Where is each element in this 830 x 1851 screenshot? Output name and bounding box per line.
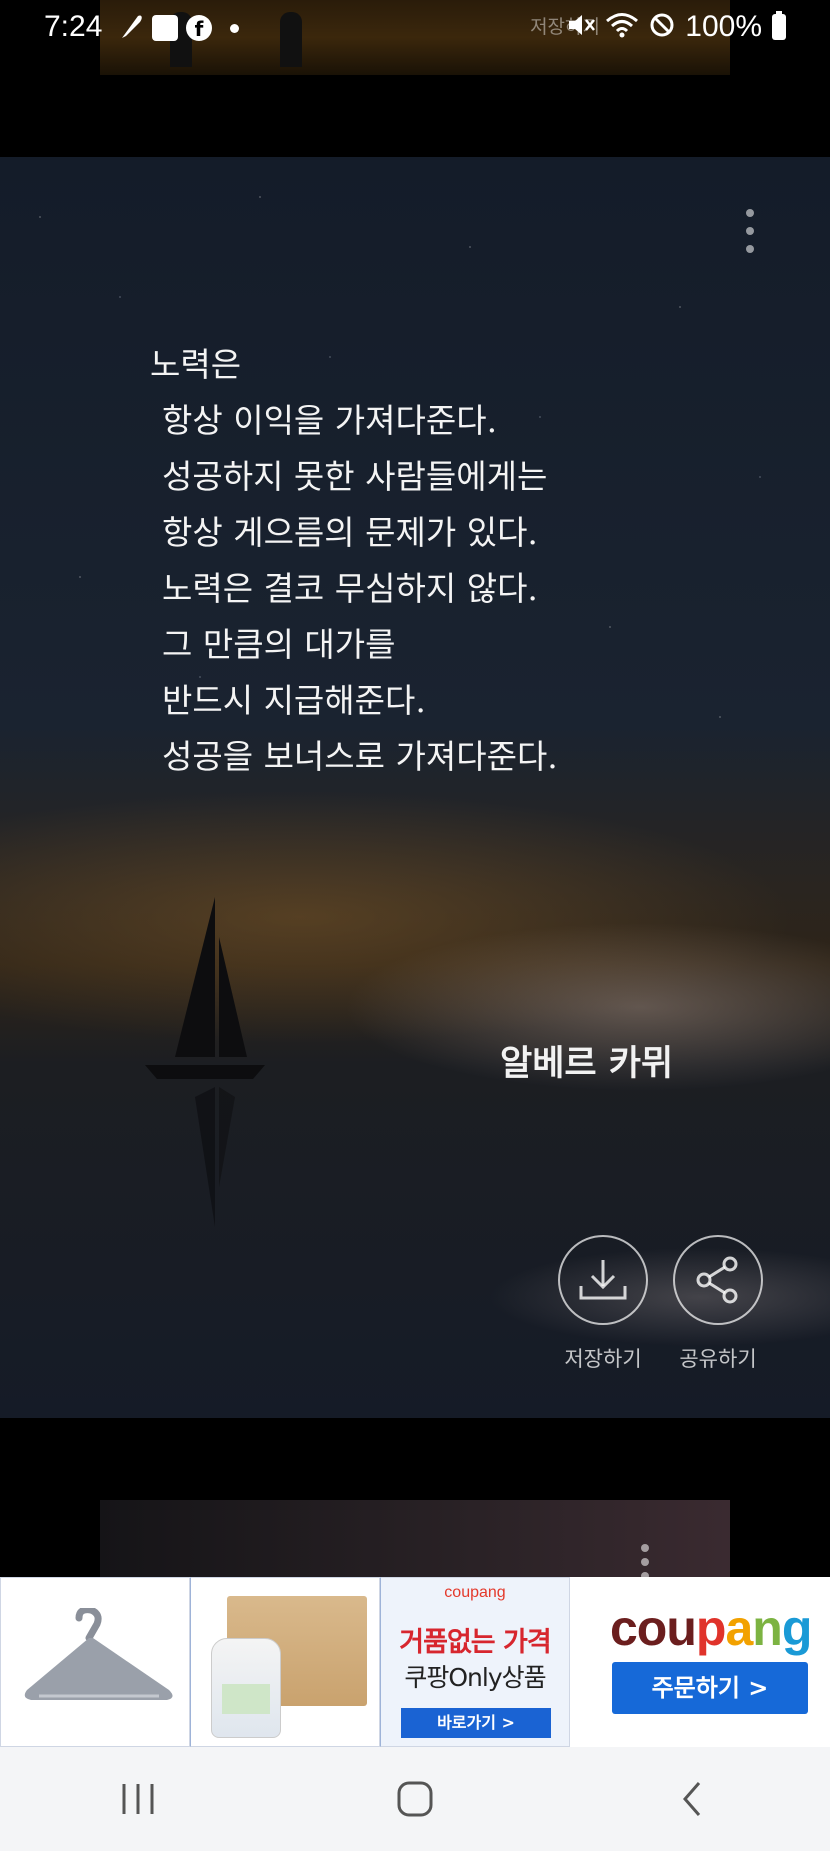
more-options-button[interactable] (745, 209, 755, 253)
promo-subline: 쿠팡Only상품 (404, 1663, 546, 1692)
feather-icon (118, 12, 144, 44)
sailboat-silhouette (145, 897, 265, 1227)
quote-line: 그 만큼의 대가를 (162, 625, 396, 664)
quote-line: 노력은 결코 무심하지 않다. (162, 569, 538, 608)
battery-percent: 100% (685, 10, 762, 43)
dnd-icon (649, 12, 675, 42)
image-icon (152, 15, 178, 41)
more-dot-icon (746, 245, 754, 253)
ad-promo[interactable]: coupang 거품없는 가격 쿠팡Only상품 바로가기 > (380, 1577, 570, 1747)
home-button[interactable] (370, 1764, 460, 1834)
share-circle[interactable] (673, 1235, 763, 1325)
notification-icons: f (118, 12, 239, 44)
ad-product-detergent[interactable] (190, 1577, 380, 1747)
download-icon (579, 1260, 627, 1300)
share-icon (696, 1256, 738, 1304)
ad-brand[interactable]: coupang 주문하기 > (570, 1577, 830, 1747)
more-dot-icon (746, 209, 754, 217)
home-icon (397, 1781, 433, 1817)
wifi-icon (605, 12, 639, 42)
save-circle[interactable] (558, 1235, 648, 1325)
order-button[interactable]: 주문하기 > (612, 1662, 808, 1714)
ad-banner[interactable]: coupang 거품없는 가격 쿠팡Only상품 바로가기 > coupang … (0, 1577, 830, 1747)
promo-go-button[interactable]: 바로가기 > (401, 1708, 551, 1738)
system-icons: 100% (567, 10, 786, 44)
back-button[interactable] (647, 1764, 737, 1834)
more-dot-icon (641, 1558, 649, 1566)
battery-icon (772, 11, 786, 40)
quote-line: 항상 이익을 가져다준다. (162, 401, 498, 440)
save-button[interactable]: 저장하기 (557, 1235, 649, 1373)
quote-line: 반드시 지급해준다. (162, 681, 426, 720)
more-dot-icon (746, 227, 754, 235)
quote-line: 노력은 (150, 345, 242, 384)
hanger-icon (24, 1608, 173, 1700)
save-label: 저장하기 (564, 1347, 642, 1371)
ad-product-hanger[interactable] (0, 1577, 190, 1747)
back-icon (682, 1782, 700, 1816)
next-card-peek[interactable] (100, 1500, 730, 1580)
recent-apps-button[interactable] (93, 1764, 183, 1834)
detergent-bottle-image (211, 1638, 281, 1738)
share-button[interactable]: 공유하기 (672, 1235, 764, 1373)
navigation-bar (0, 1747, 830, 1851)
facebook-icon: f (186, 15, 212, 41)
coupang-logo: coupang (610, 1600, 812, 1656)
quote-line: 항상 게으름의 문제가 있다. (162, 513, 538, 552)
next-card-more-button[interactable] (640, 1544, 650, 1580)
quote-author: 알베르 카뮈 (500, 1044, 674, 1084)
promo-coupang-logo: coupang (444, 1584, 506, 1601)
more-dot-icon (641, 1544, 649, 1552)
quote-line: 성공하지 못한 사람들에게는 (162, 457, 548, 496)
recent-apps-icon (122, 1784, 154, 1814)
quote-line: 성공을 보너스로 가져다준다. (162, 737, 558, 776)
status-time: 7:24 (44, 10, 103, 43)
promo-headline: 거품없는 가격 (399, 1627, 551, 1658)
dot-icon (230, 23, 239, 33)
quote-text: 노력은 항상 이익을 가져다준다. 성공하지 못한 사람들에게는 항상 게으름의… (150, 337, 710, 785)
quote-card[interactable]: 노력은 항상 이익을 가져다준다. 성공하지 못한 사람들에게는 항상 게으름의… (0, 157, 830, 1418)
mute-icon (567, 12, 596, 42)
share-label: 공유하기 (679, 1347, 757, 1371)
